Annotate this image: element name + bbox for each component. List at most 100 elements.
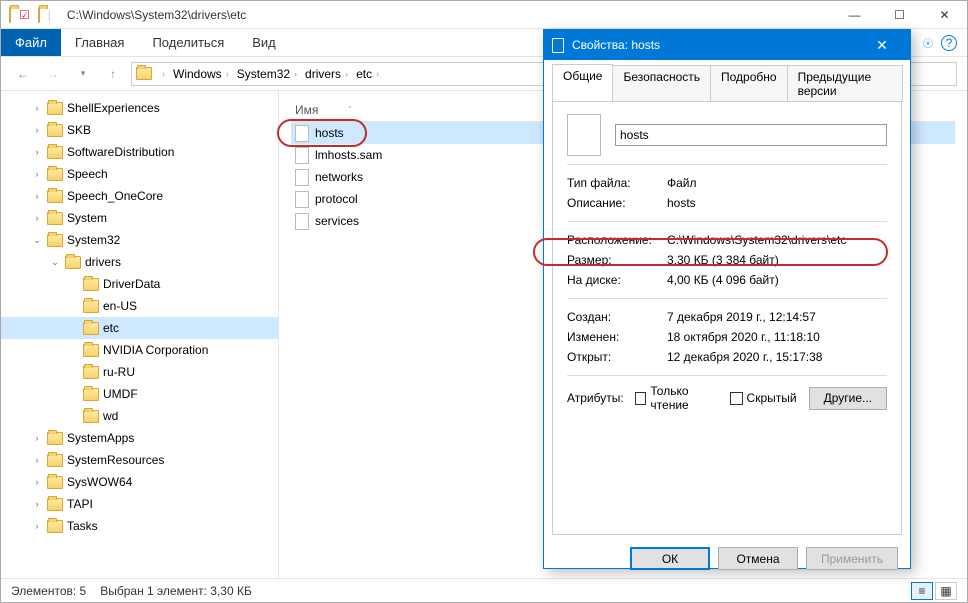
tree-item[interactable]: ›System <box>1 207 278 229</box>
view-large-button[interactable]: ▦ <box>935 582 957 600</box>
dialog-tabs: Общие Безопасность Подробно Предыдущие в… <box>544 60 910 101</box>
folder-icon <box>9 8 11 22</box>
tree-item-label: drivers <box>85 255 121 269</box>
tree-item-label: SoftwareDistribution <box>67 145 174 159</box>
status-selection: Выбран 1 элемент: 3,30 КБ <box>100 584 252 598</box>
crumb-windows[interactable]: Windows <box>173 67 222 81</box>
label-created: Создан: <box>567 310 667 324</box>
tree-item[interactable]: ›SystemResources <box>1 449 278 471</box>
chevron-icon: › <box>31 191 43 201</box>
tree-item-label: ShellExperiences <box>67 101 160 115</box>
nav-forward-button[interactable]: → <box>41 62 65 86</box>
tree-item[interactable]: › SKB <box>1 119 278 141</box>
label-type: Тип файла: <box>567 176 667 190</box>
ribbon-expand-icon[interactable]: ⓥ <box>923 35 933 50</box>
ribbon-tab-view[interactable]: Вид <box>238 29 290 56</box>
file-name: networks <box>315 170 363 184</box>
nav-back-button[interactable]: ← <box>11 62 35 86</box>
file-large-icon <box>567 114 601 156</box>
ok-button[interactable]: ОК <box>630 547 710 570</box>
qat-divider: | <box>48 8 51 22</box>
nav-history-button[interactable]: ▾ <box>71 62 95 86</box>
ribbon-file-tab[interactable]: Файл <box>1 29 61 56</box>
col-name[interactable]: Имя <box>295 103 318 117</box>
chevron-icon: ⌄ <box>49 257 61 268</box>
tree-item[interactable]: ›Speech_OneCore <box>1 185 278 207</box>
tree-item[interactable]: ›TAPI <box>1 493 278 515</box>
crumb-etc[interactable]: etc <box>356 67 372 81</box>
apply-button[interactable]: Применить <box>806 547 898 570</box>
tree-item[interactable]: UMDF <box>1 383 278 405</box>
value-type: Файл <box>667 176 887 190</box>
tree-item[interactable]: ›SoftwareDistribution <box>1 141 278 163</box>
dialog-body: Тип файла:Файл Описание:hosts Расположен… <box>552 101 902 535</box>
tree-item[interactable]: ⌄ drivers <box>1 251 278 273</box>
tree-item[interactable]: ru-RU <box>1 361 278 383</box>
tree-item[interactable]: ›Speech <box>1 163 278 185</box>
ribbon-tab-share[interactable]: Поделиться <box>138 29 238 56</box>
tree-item[interactable]: › SysWOW64 <box>1 471 278 493</box>
tab-previous[interactable]: Предыдущие версии <box>787 65 903 102</box>
folder-icon <box>83 344 99 357</box>
tab-general[interactable]: Общие <box>552 64 613 101</box>
value-location: C:\Windows\System32\drivers\etc <box>667 233 887 247</box>
crumb-drivers[interactable]: drivers <box>305 67 341 81</box>
label-modified: Изменен: <box>567 330 667 344</box>
nav-tree[interactable]: ›ShellExperiences›SKB›SoftwareDistributi… <box>1 91 279 578</box>
dialog-close-button[interactable]: ✕ <box>862 37 902 54</box>
label-desc: Описание: <box>567 196 667 210</box>
dialog-file-icon <box>552 38 564 53</box>
tab-security[interactable]: Безопасность <box>612 65 711 102</box>
tree-item[interactable]: wd <box>1 405 278 427</box>
checkbox-hidden[interactable]: Скрытый <box>730 391 797 405</box>
file-name: protocol <box>315 192 358 206</box>
tree-item[interactable]: ⌄System32 <box>1 229 278 251</box>
chevron-icon: ⌄ <box>31 235 43 246</box>
tree-item[interactable]: ›ShellExperiences <box>1 97 278 119</box>
maximize-button[interactable]: ☐ <box>877 1 922 29</box>
ribbon-tab-home[interactable]: Главная <box>61 29 138 56</box>
tree-item-label: ru-RU <box>103 365 135 379</box>
help-icon[interactable]: ? <box>941 35 957 51</box>
folder-icon <box>47 498 63 511</box>
folder-icon <box>47 212 63 225</box>
folder-icon <box>65 256 81 269</box>
tree-item-label: SysWOW64 <box>67 475 132 489</box>
file-name: hosts <box>315 126 344 140</box>
cancel-button[interactable]: Отмена <box>718 547 798 570</box>
tree-item[interactable]: etc <box>1 317 278 339</box>
value-desc: hosts <box>667 196 887 210</box>
tree-item-label: en-US <box>103 299 137 313</box>
minimize-button[interactable]: — <box>832 1 877 29</box>
tree-item[interactable]: ›SystemApps <box>1 427 278 449</box>
folder-icon <box>83 322 99 335</box>
filename-input[interactable] <box>615 124 887 146</box>
chevron-icon: › <box>31 125 43 135</box>
tree-item-label: SKB <box>67 123 91 137</box>
chevron-icon: › <box>31 499 43 509</box>
file-name: lmhosts.sam <box>315 148 382 162</box>
file-icon <box>295 169 309 186</box>
attributes-other-button[interactable]: Другие... <box>809 387 887 410</box>
folder-icon <box>83 278 99 291</box>
chevron-icon: › <box>31 477 43 487</box>
tree-item[interactable]: ›Tasks <box>1 515 278 537</box>
qat-folder-icon[interactable] <box>38 8 40 22</box>
qat-checkbox-icon[interactable]: ☑ <box>19 8 30 22</box>
close-button[interactable]: ✕ <box>922 1 967 29</box>
nav-up-button[interactable]: ↑ <box>101 62 125 86</box>
tree-item-label: wd <box>103 409 118 423</box>
tree-item[interactable]: DriverData <box>1 273 278 295</box>
folder-icon <box>47 168 63 181</box>
address-folder-icon <box>136 67 152 80</box>
tree-item[interactable]: en-US <box>1 295 278 317</box>
checkbox-readonly[interactable]: Только чтение <box>635 384 717 412</box>
view-details-button[interactable]: ≡ <box>911 582 933 600</box>
tab-details[interactable]: Подробно <box>710 65 788 102</box>
tree-item-label: DriverData <box>103 277 160 291</box>
status-bar: Элементов: 5 Выбран 1 элемент: 3,30 КБ ≡… <box>1 578 967 602</box>
tree-item[interactable]: NVIDIA Corporation <box>1 339 278 361</box>
crumb-system32[interactable]: System32 <box>237 67 290 81</box>
tree-item-label: SystemApps <box>67 431 134 445</box>
dialog-titlebar[interactable]: Свойства: hosts ✕ <box>544 30 910 60</box>
